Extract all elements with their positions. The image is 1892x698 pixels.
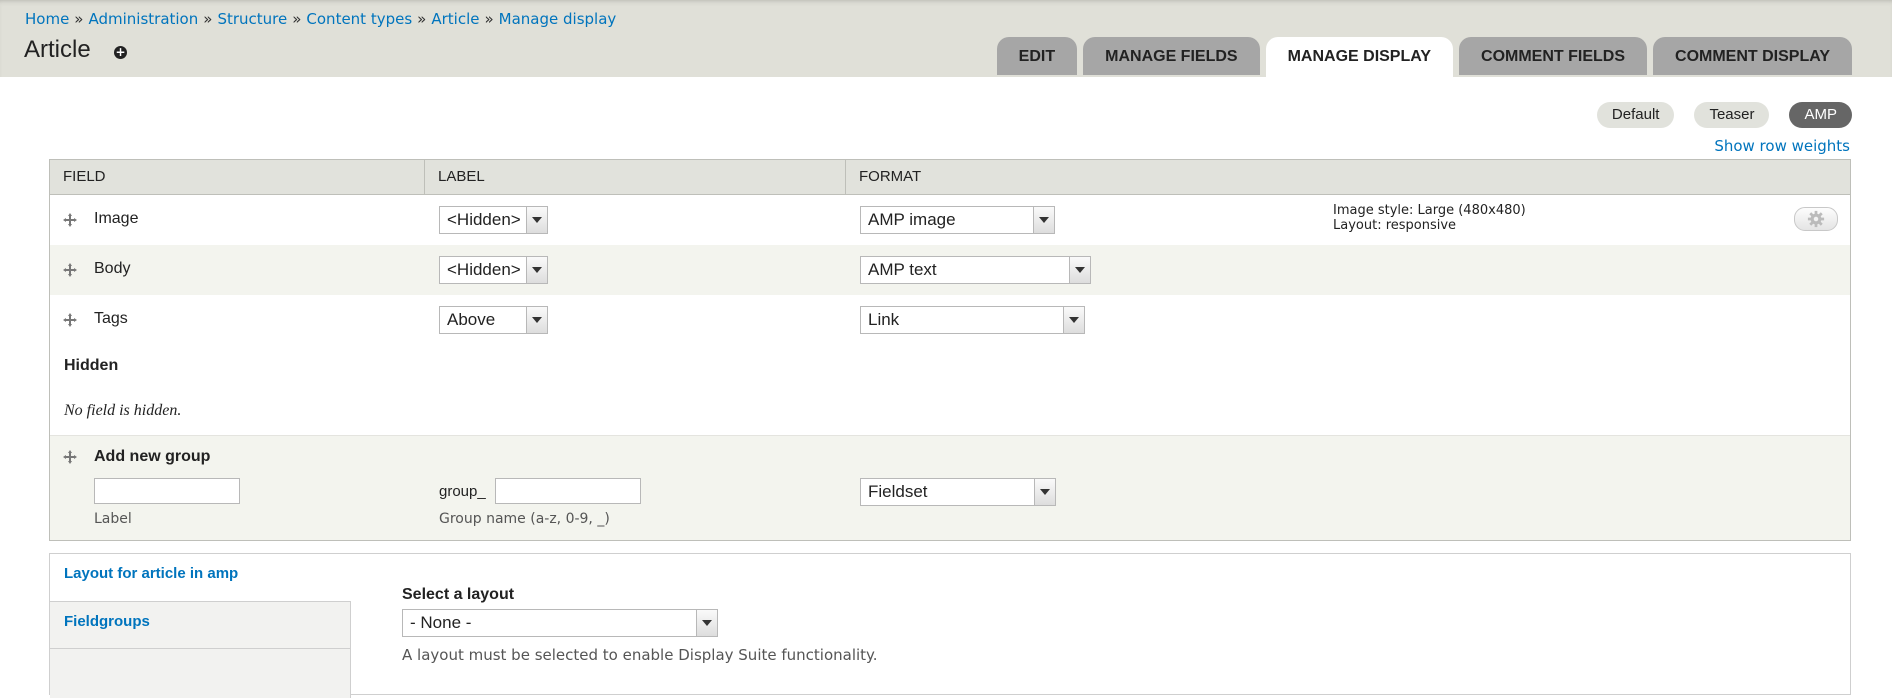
tab-comment-display[interactable]: Comment display — [1653, 37, 1852, 75]
column-header-label: LABEL — [425, 160, 846, 194]
breadcrumb-manage-display[interactable]: Manage display — [499, 10, 617, 28]
chevron-down-icon — [696, 610, 717, 636]
drag-handle-icon[interactable] — [63, 450, 77, 464]
format-select[interactable]: AMP image — [860, 206, 1055, 234]
display-suite-settings: Layout for article in amp Fieldgroups Se… — [49, 553, 1851, 698]
group-format-select[interactable]: Fieldset — [860, 478, 1056, 506]
chevron-down-icon — [1033, 207, 1054, 233]
format-select[interactable]: AMP text — [860, 256, 1091, 284]
breadcrumb-separator: » — [74, 10, 84, 28]
breadcrumb: Home» Administration» Structure» Content ty… — [25, 10, 616, 28]
field-name: Image — [94, 210, 139, 227]
add-shortcut-icon[interactable]: + — [114, 46, 127, 59]
chevron-down-icon — [1069, 257, 1090, 283]
layout-select[interactable]: - None - — [402, 609, 718, 637]
field-name: Body — [94, 260, 131, 277]
vertical-tab-layout[interactable]: Layout for article in amp — [50, 554, 351, 601]
format-select[interactable]: Link — [860, 306, 1085, 334]
label-select-value: <Hidden> — [447, 260, 521, 279]
formatter-settings-button[interactable] — [1794, 207, 1838, 231]
field-display-table: FIELD LABEL FORMAT Image <Hidden> AMP im… — [49, 159, 1851, 541]
breadcrumb-administration[interactable]: Administration — [88, 10, 198, 28]
breadcrumb-separator: » — [203, 10, 213, 28]
view-mode-amp[interactable]: AMP — [1789, 102, 1852, 128]
drag-handle-icon[interactable] — [63, 313, 77, 327]
chevron-down-icon — [526, 207, 547, 233]
label-select[interactable]: <Hidden> — [439, 256, 548, 284]
view-mode-teaser[interactable]: Teaser — [1694, 102, 1770, 128]
table-row: Image <Hidden> AMP image Image style: La… — [50, 195, 1850, 245]
label-select-value: <Hidden> — [447, 210, 521, 229]
chevron-down-icon — [526, 257, 547, 283]
tab-manage-display[interactable]: Manage display — [1265, 37, 1454, 77]
drag-handle-icon[interactable] — [63, 263, 77, 277]
add-group-title: Add new group — [94, 448, 211, 465]
vertical-tab-fieldgroups[interactable]: Fieldgroups — [50, 601, 351, 648]
formatter-summary: Image style: Large (480x480) Layout: res… — [1333, 203, 1526, 233]
breadcrumb-separator: » — [292, 10, 302, 28]
group-format-value: Fieldset — [868, 482, 928, 501]
layout-select-value: - None - — [410, 613, 472, 632]
primary-tabs: Edit Manage fields Manage display Commen… — [996, 37, 1852, 77]
select-layout-label: Select a layout — [402, 586, 515, 603]
group-name-input[interactable] — [495, 478, 641, 504]
chevron-down-icon — [1034, 479, 1055, 505]
layout-description: A layout must be selected to enable Disp… — [402, 646, 878, 664]
tab-edit[interactable]: Edit — [996, 37, 1078, 75]
label-select-value: Above — [447, 310, 496, 329]
breadcrumb-article[interactable]: Article — [431, 10, 479, 28]
group-name-prefix: group_ — [439, 483, 486, 500]
format-select-value: AMP text — [868, 260, 937, 279]
tab-comment-fields[interactable]: Comment fields — [1459, 37, 1648, 75]
vertical-tab-filler — [50, 648, 351, 698]
breadcrumb-home[interactable]: Home — [25, 10, 69, 28]
add-group-row: Add new group Label group_ Group name (a… — [50, 435, 1850, 540]
tab-manage-fields[interactable]: Manage fields — [1083, 37, 1260, 75]
group-name-description: Group name (a-z, 0-9, _) — [439, 511, 610, 527]
label-select[interactable]: Above — [439, 306, 548, 334]
summary-layout: Layout: responsive — [1333, 218, 1457, 233]
page-title: Article — [24, 36, 91, 63]
breadcrumb-structure[interactable]: Structure — [217, 10, 287, 28]
breadcrumb-content-types[interactable]: Content types — [306, 10, 412, 28]
view-mode-default[interactable]: Default — [1596, 102, 1675, 128]
column-header-format: FORMAT — [859, 168, 922, 185]
label-select[interactable]: <Hidden> — [439, 206, 548, 234]
drag-handle-icon[interactable] — [63, 213, 77, 227]
page-header: Home» Administration» Structure» Content ty… — [0, 0, 1892, 77]
hidden-region-title: Hidden — [64, 357, 119, 374]
view-mode-tabs: Default Teaser AMP — [1596, 102, 1852, 128]
gear-icon — [1807, 210, 1825, 228]
breadcrumb-separator: » — [484, 10, 494, 28]
field-name: Tags — [94, 310, 128, 327]
format-select-value: AMP image — [868, 210, 956, 229]
group-label-input[interactable] — [94, 478, 240, 504]
chevron-down-icon — [526, 307, 547, 333]
chevron-down-icon — [1063, 307, 1084, 333]
hidden-region-empty: No field is hidden. — [64, 402, 182, 419]
format-select-value: Link — [868, 310, 900, 329]
breadcrumb-separator: » — [417, 10, 427, 28]
table-row: Tags Above Link — [50, 295, 1850, 345]
table-row: Body <Hidden> AMP text — [50, 245, 1850, 295]
show-row-weights-link[interactable]: Show row weights — [1714, 137, 1850, 155]
column-header-field: FIELD — [50, 160, 425, 194]
table-header: FIELD LABEL FORMAT — [50, 160, 1850, 195]
group-label-description: Label — [94, 511, 132, 527]
summary-image-style: Image style: Large (480x480) — [1333, 203, 1526, 218]
